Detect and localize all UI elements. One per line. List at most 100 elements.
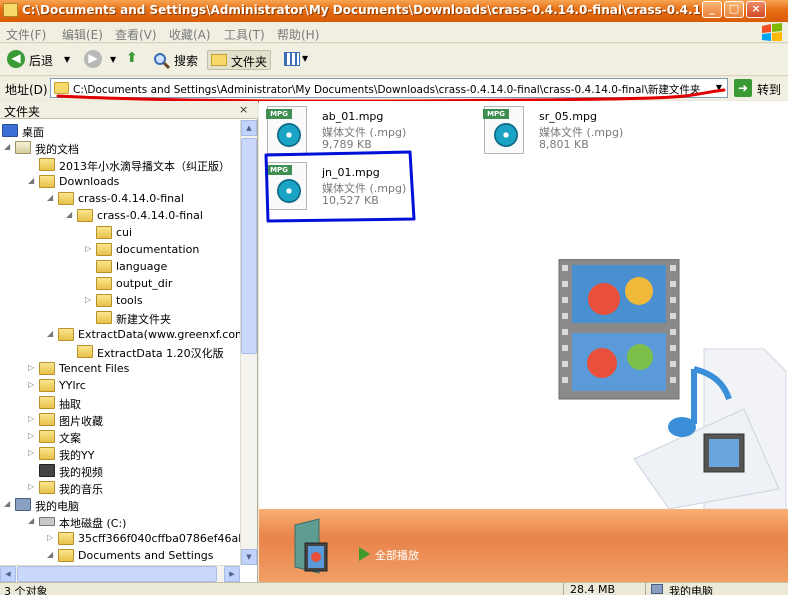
back-arrow-icon: ◀ [7, 50, 25, 68]
file-item[interactable]: MPG sr_05.mpg 媒体文件 (.mpg) 8,801 KB [481, 104, 681, 156]
scroll-up-icon[interactable]: ▲ [241, 120, 257, 136]
film-reel-icon [277, 179, 301, 203]
up-folder-icon[interactable]: ⬆ [126, 50, 142, 70]
scroll-right-icon[interactable]: ▶ [224, 566, 240, 582]
expander-icon[interactable]: ◢ [28, 516, 36, 526]
film-reel-icon [494, 123, 518, 147]
forward-button[interactable]: ▶ [84, 50, 106, 70]
status-bar: 3 个对象 28.4 MB 我的电脑 [0, 582, 788, 595]
expander-icon[interactable]: ◢ [66, 210, 74, 220]
close-icon[interactable]: × [239, 103, 248, 116]
window-title: C:\Documents and Settings\Administrator\… [22, 3, 701, 17]
maximize-button[interactable]: □ [724, 1, 744, 18]
folder-tree-pane: 文件夹 × 桌面 ◢ 我的文档 2013年小水滴导播文本（纠正版） ◢ Down… [0, 101, 258, 582]
folder-icon [39, 158, 55, 171]
folder-tree-title: 文件夹 [4, 105, 41, 119]
folder-icon [58, 328, 74, 341]
expander-icon[interactable]: ▷ [28, 448, 36, 458]
search-button[interactable]: 搜索 [152, 50, 202, 70]
file-size: 9,789 KB [322, 138, 372, 151]
folder-icon [58, 532, 74, 545]
mpg-file-icon: MPG [266, 162, 307, 210]
expander-icon[interactable]: ◢ [47, 193, 55, 203]
toolbar: ◀ 后退 ▼ ▶ ▼ ⬆ 搜索 文件夹 ▼ [0, 44, 788, 76]
file-item[interactable]: MPG ab_01.mpg 媒体文件 (.mpg) 9,789 KB [264, 104, 464, 156]
folder-icon [58, 549, 74, 562]
expander-icon[interactable]: ▷ [85, 244, 93, 254]
expander-icon[interactable]: ▷ [28, 380, 36, 390]
file-size: 8,801 KB [539, 138, 589, 151]
folder-icon [3, 3, 18, 17]
address-label: 地址(D) [5, 83, 48, 97]
menu-bar: 文件(F) 编辑(E) 查看(V) 收藏(A) 工具(T) 帮助(H) [0, 22, 788, 43]
folder-open-icon [96, 311, 112, 324]
menu-file[interactable]: 文件(F) [6, 26, 46, 43]
folder-icon [96, 260, 112, 273]
go-arrow-icon: ➜ [734, 79, 752, 97]
expander-icon[interactable]: ▷ [85, 295, 93, 305]
folder-icon [96, 243, 112, 256]
address-input[interactable]: C:\Documents and Settings\Administrator\… [50, 78, 728, 98]
expander-icon[interactable]: ◢ [47, 550, 55, 560]
folder-icon [58, 192, 74, 205]
computer-icon [651, 584, 663, 594]
status-divider [645, 583, 646, 595]
scroll-down-icon[interactable]: ▼ [241, 549, 257, 565]
expander-icon[interactable]: ▷ [28, 363, 36, 373]
menu-view[interactable]: 查看(V) [115, 26, 157, 43]
file-size: 10,527 KB [322, 194, 379, 207]
scroll-thumb[interactable] [241, 138, 257, 354]
folder-icon [39, 175, 55, 188]
expander-icon[interactable]: ◢ [47, 329, 55, 339]
folder-tree-header: 文件夹 × [0, 101, 258, 119]
menu-favorites[interactable]: 收藏(A) [169, 26, 211, 43]
video-icon [39, 464, 55, 477]
back-button[interactable]: ◀ 后退 [7, 50, 65, 70]
menu-help[interactable]: 帮助(H) [277, 26, 319, 43]
scroll-left-icon[interactable]: ◀ [0, 566, 16, 582]
search-icon [154, 53, 170, 69]
expander-icon[interactable]: ▷ [47, 533, 55, 543]
file-name: sr_05.mpg [539, 110, 597, 123]
tree-horizontal-scrollbar[interactable]: ◀ ▶ [0, 565, 240, 582]
folder-icon [77, 209, 93, 222]
expander-icon[interactable]: ▷ [28, 414, 36, 424]
desktop-icon [2, 124, 18, 137]
expander-icon[interactable]: ▷ [28, 482, 36, 492]
folders-button[interactable]: 文件夹 [207, 50, 271, 70]
forward-dropdown-chevron-icon[interactable]: ▼ [110, 55, 116, 75]
computer-icon [15, 498, 31, 511]
forward-arrow-icon: ▶ [84, 50, 102, 68]
tree-vertical-scrollbar[interactable]: ▲ ▼ [240, 120, 257, 565]
media-tasks-bar: 全部播放 [259, 509, 788, 582]
play-icon[interactable] [359, 547, 370, 561]
address-dropdown-chevron-icon[interactable]: ▼ [711, 79, 727, 97]
back-dropdown-chevron-icon[interactable]: ▼ [64, 55, 70, 75]
title-bar[interactable]: C:\Documents and Settings\Administrator\… [0, 0, 788, 22]
expander-icon[interactable]: ▷ [28, 431, 36, 441]
folder-icon [39, 362, 55, 375]
expander-icon[interactable]: ◢ [4, 499, 12, 509]
status-total-size: 28.4 MB [570, 583, 616, 595]
folder-icon [96, 277, 112, 290]
menu-tools[interactable]: 工具(T) [224, 26, 265, 43]
views-grid-icon [284, 52, 300, 66]
scroll-thumb[interactable] [17, 566, 217, 582]
media-folder-icon [294, 518, 328, 574]
file-item[interactable]: MPG jn_01.mpg 媒体文件 (.mpg) 10,527 KB [264, 160, 464, 212]
file-name: ab_01.mpg [322, 110, 384, 123]
film-reel-icon [277, 123, 301, 147]
folder-icon [96, 294, 112, 307]
play-all-link[interactable]: 全部播放 [375, 547, 419, 563]
file-name: jn_01.mpg [322, 166, 380, 179]
close-button[interactable]: × [746, 1, 766, 18]
folder-icon [54, 82, 69, 94]
minimize-button[interactable]: _ [702, 1, 722, 18]
mpg-file-icon: MPG [483, 106, 524, 154]
expander-icon[interactable]: ◢ [4, 142, 12, 152]
folder-icon [77, 345, 93, 358]
expander-icon[interactable]: ◢ [28, 176, 36, 186]
views-button[interactable]: ▼ [284, 50, 310, 70]
folder-icon [39, 430, 55, 443]
menu-edit[interactable]: 编辑(E) [62, 26, 103, 43]
